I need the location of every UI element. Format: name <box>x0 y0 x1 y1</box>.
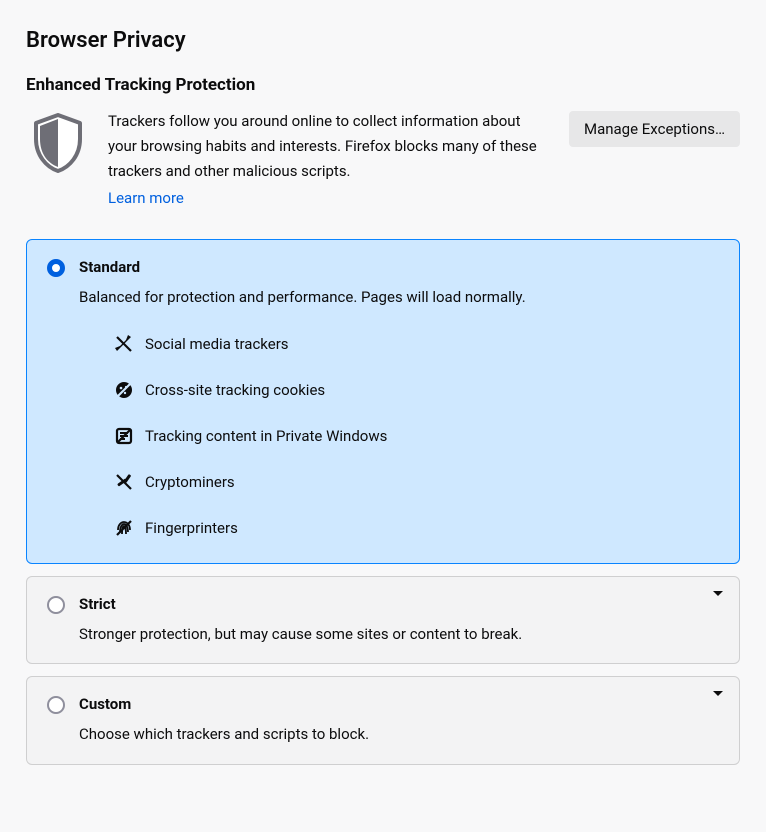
option-strict-title: Strict <box>79 595 719 613</box>
fingerprinters-icon <box>115 519 133 537</box>
standard-tracker-list: Social media trackers <box>79 335 719 537</box>
option-strict[interactable]: Strict Stronger protection, but may caus… <box>26 576 740 665</box>
option-standard-desc: Balanced for protection and performance.… <box>79 286 719 309</box>
etp-description: Trackers follow you around online to col… <box>108 109 551 183</box>
chevron-down-icon[interactable] <box>713 591 723 596</box>
radio-strict[interactable] <box>47 596 65 614</box>
radio-custom[interactable] <box>47 696 65 714</box>
tracker-item-label: Cryptominers <box>145 473 235 491</box>
manage-exceptions-button[interactable]: Manage Exceptions… <box>569 111 740 147</box>
option-strict-desc: Stronger protection, but may cause some … <box>79 623 719 646</box>
social-trackers-icon <box>115 335 133 353</box>
tracker-item-social: Social media trackers <box>115 335 719 353</box>
tracker-item-fingerprint: Fingerprinters <box>115 519 719 537</box>
radio-standard[interactable] <box>47 259 65 277</box>
option-custom-title: Custom <box>79 695 719 713</box>
cryptominers-icon <box>115 473 133 491</box>
tracker-item-label: Tracking content in Private Windows <box>145 427 387 445</box>
tracker-item-crypto: Cryptominers <box>115 473 719 491</box>
option-standard[interactable]: Standard Balanced for protection and per… <box>26 239 740 564</box>
tracker-item-content: Tracking content in Private Windows <box>115 427 719 445</box>
cookies-icon <box>115 381 133 399</box>
option-custom-desc: Choose which trackers and scripts to blo… <box>79 723 719 746</box>
page-title: Browser Privacy <box>26 28 740 53</box>
option-custom[interactable]: Custom Choose which trackers and scripts… <box>26 676 740 765</box>
option-standard-title: Standard <box>79 258 719 276</box>
learn-more-link[interactable]: Learn more <box>108 189 184 207</box>
tracker-item-label: Fingerprinters <box>145 519 238 537</box>
tracker-item-cookies: Cross-site tracking cookies <box>115 381 719 399</box>
tracking-content-icon <box>115 427 133 445</box>
etp-header: Trackers follow you around online to col… <box>26 109 740 207</box>
tracker-item-label: Social media trackers <box>145 335 289 353</box>
chevron-down-icon[interactable] <box>713 691 723 696</box>
tracker-item-label: Cross-site tracking cookies <box>145 381 325 399</box>
etp-heading: Enhanced Tracking Protection <box>26 75 740 95</box>
shield-icon <box>26 109 90 175</box>
